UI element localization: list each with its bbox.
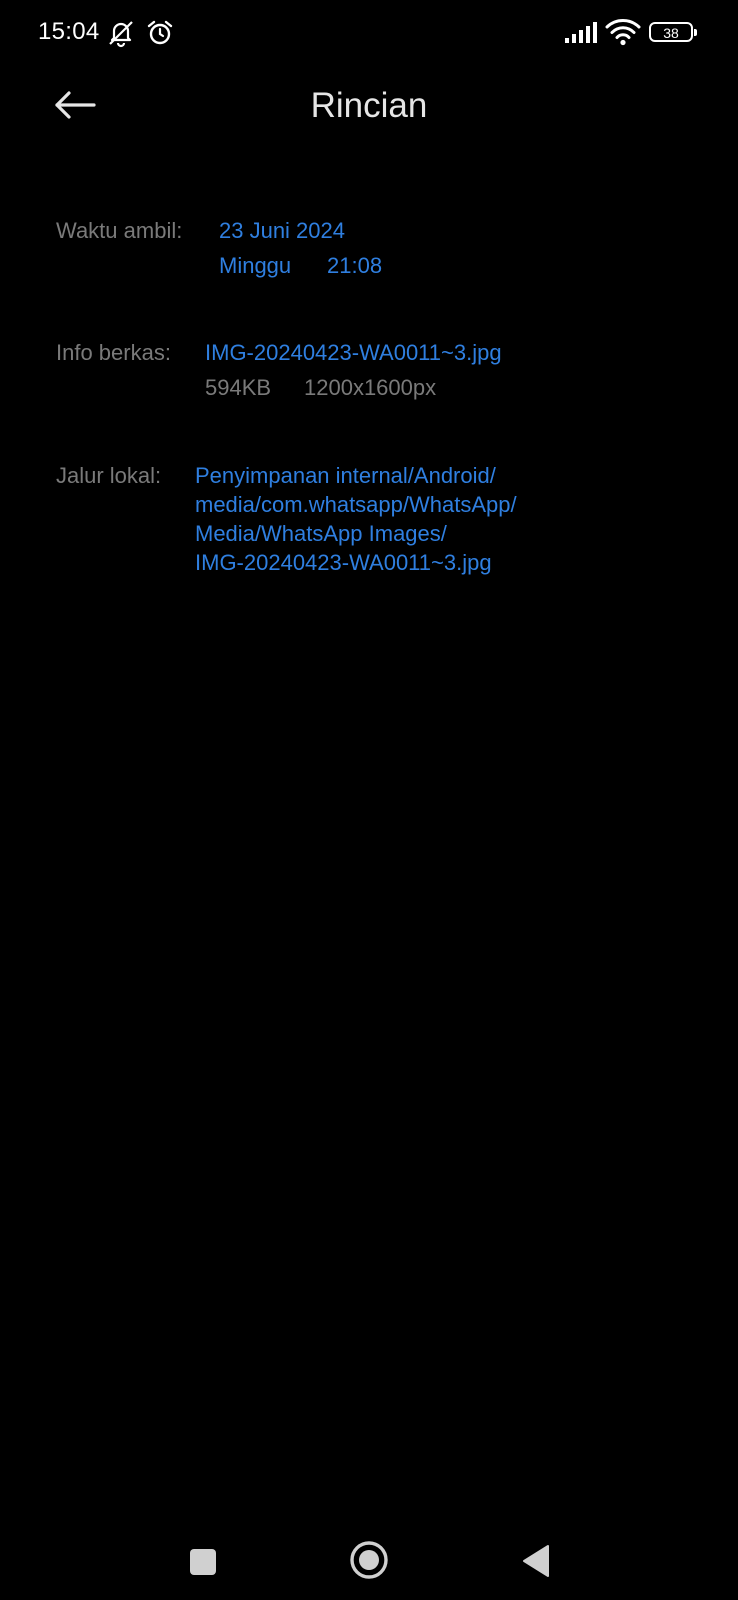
status-bar: 15:04 38: [0, 0, 738, 66]
file-name[interactable]: IMG-20240423-WA0011~3.jpg: [205, 338, 502, 368]
battery-level: 38: [663, 25, 679, 41]
local-path-label: Jalur lokal:: [56, 463, 162, 488]
file-size: 594KB: [205, 375, 272, 400]
home-circle-icon: [350, 1541, 388, 1579]
local-path-line: Penyimpanan internal/Android/: [195, 463, 496, 488]
local-path-value[interactable]: Penyimpanan internal/Android/ media/com.…: [195, 461, 517, 577]
alarm-icon: [147, 20, 173, 45]
status-time: 15:04: [38, 18, 100, 45]
wifi-icon: [605, 19, 641, 46]
local-path-line: IMG-20240423-WA0011~3.jpg: [195, 550, 492, 575]
file-info-label: Info berkas:: [56, 340, 171, 365]
page-title: Rincian: [310, 86, 428, 125]
battery-icon: 38: [649, 22, 697, 42]
recents-button[interactable]: [184, 1543, 222, 1581]
local-path-line: Media/WhatsApp Images/: [195, 521, 447, 546]
back-triangle-icon: [523, 1545, 549, 1577]
taken-time: 21:08: [327, 253, 383, 278]
recents-square-icon: [190, 1549, 216, 1575]
taken-date: 23 Juni 2024: [219, 218, 345, 243]
file-resolution: 1200x1600px: [304, 375, 437, 400]
signal-icon: [565, 22, 597, 43]
home-button[interactable]: [347, 1538, 391, 1582]
local-path-line: media/com.whatsapp/WhatsApp/: [195, 492, 517, 517]
bell-off-icon: [109, 21, 133, 48]
taken-day: Minggu: [219, 253, 292, 278]
taken-time-label: Waktu ambil:: [56, 218, 183, 243]
nav-back-button[interactable]: [516, 1541, 556, 1581]
